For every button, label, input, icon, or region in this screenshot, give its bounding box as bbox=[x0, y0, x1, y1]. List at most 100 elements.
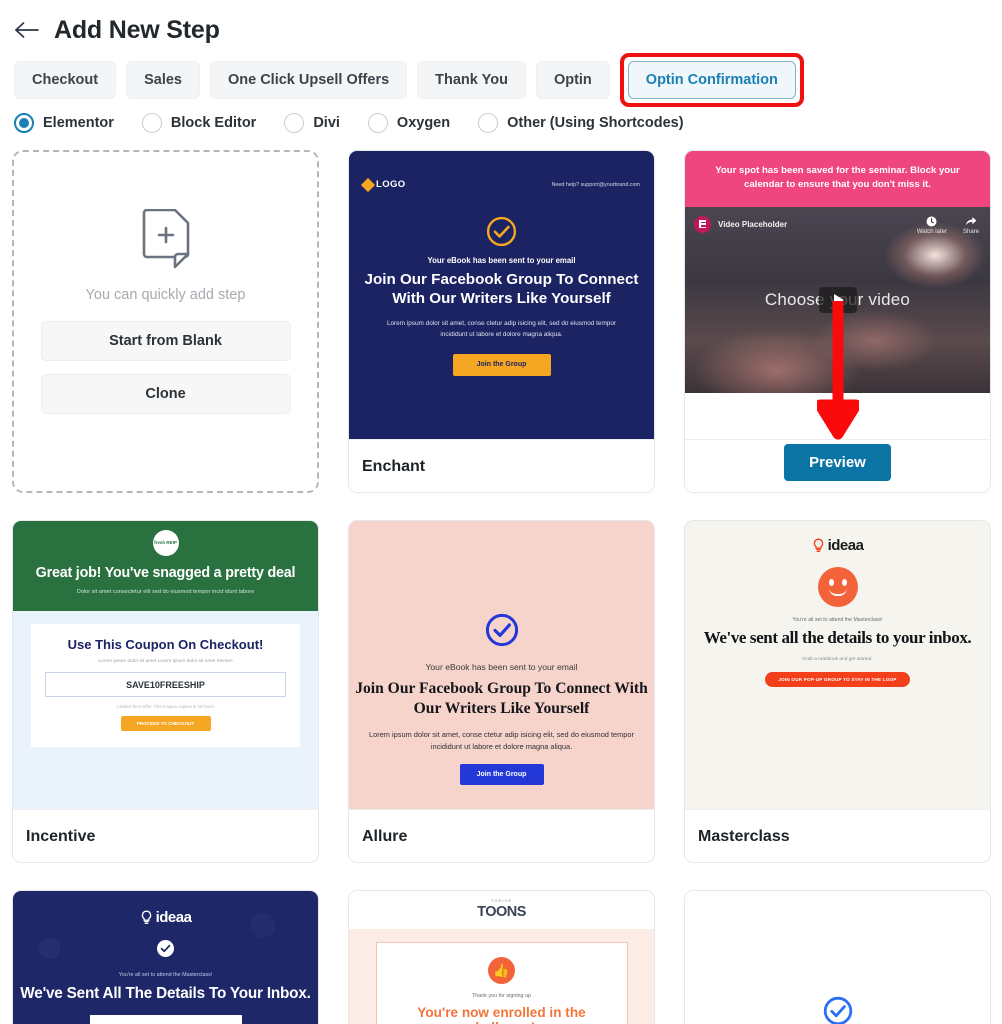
panel-subtitle: Lorem ipsum dolor sit amet Lorem ipsum d… bbox=[98, 659, 233, 664]
thumb-subtitle: Dolor sit amet consectetur elit sed do e… bbox=[76, 589, 255, 595]
thumb-subtitle: You're all set to attend the Masterclass… bbox=[792, 617, 883, 623]
thumb-cta-button: Join the Group bbox=[459, 763, 544, 785]
template-card-masterclass[interactable]: ideaa You're all set to attend the Maste… bbox=[684, 520, 991, 863]
template-card-ideaa-dark[interactable]: ideaa You're all set to attend the Maste… bbox=[12, 890, 319, 1024]
template-thumbnail: ideaa You're all set to attend the Maste… bbox=[685, 521, 990, 809]
preview-button[interactable]: Preview bbox=[784, 444, 891, 481]
thumb-subtitle: Your eBook has been sent to your email bbox=[427, 256, 576, 265]
panel-note: Limited Time Offer. This Coupon expires … bbox=[117, 704, 214, 709]
thumb-banner: Your spot has been saved for the seminar… bbox=[685, 151, 990, 207]
radio-dot-icon bbox=[367, 112, 388, 133]
radio-oxygen[interactable]: Oxygen bbox=[367, 112, 451, 133]
thumb-heading: We've sent all the details to your inbox… bbox=[703, 628, 972, 647]
get-started-panel: Get Started Stay in the loop bbox=[89, 1015, 242, 1024]
tab-optin[interactable]: Optin bbox=[535, 61, 610, 99]
tab-checkout[interactable]: Checkout bbox=[14, 61, 117, 99]
template-card-seminar-hovered[interactable]: Your spot has been saved for the seminar… bbox=[684, 150, 991, 493]
document-plus-icon bbox=[142, 209, 189, 269]
radio-dot-icon bbox=[478, 112, 499, 133]
radio-label: Oxygen bbox=[396, 114, 451, 131]
template-card-toons[interactable]: THRIVE TOONS 👍 Thank you for signing up … bbox=[348, 890, 655, 1024]
support-email: Need help? support@yourbrand.com bbox=[551, 181, 640, 188]
clone-button[interactable]: Clone bbox=[40, 374, 291, 414]
template-thumbnail: THRIVE TOONS 👍 Thank you for signing up … bbox=[349, 891, 654, 1024]
radio-label: Elementor bbox=[43, 114, 114, 131]
elementor-logo-icon bbox=[694, 215, 711, 233]
page-title: Add New Step bbox=[54, 15, 220, 44]
template-thumbnail bbox=[685, 891, 990, 1024]
template-card-footer: Enchant bbox=[349, 439, 654, 492]
template-thumbnail: Your spot has been saved for the seminar… bbox=[685, 151, 990, 439]
template-card-allure[interactable]: Your eBook has been sent to your email J… bbox=[348, 520, 655, 863]
template-name: Masterclass bbox=[698, 827, 790, 845]
coupon-panel: Use This Coupon On Checkout! Lorem ipsum… bbox=[31, 624, 300, 747]
template-card-footer: Incentive bbox=[13, 809, 318, 862]
panel-heading: Use This Coupon On Checkout! bbox=[67, 637, 264, 652]
tab-thank-you[interactable]: Thank You bbox=[417, 61, 526, 99]
tab-optin-confirmation[interactable]: Optin Confirmation bbox=[627, 61, 796, 99]
thumbs-up-icon: 👍 bbox=[488, 957, 515, 984]
radio-elementor[interactable]: Elementor bbox=[14, 112, 114, 133]
share-arrow-icon bbox=[965, 216, 977, 225]
brand-logo-tagline: THRIVE bbox=[490, 899, 513, 903]
thumb-heading: You're now enrolled in the challenge! bbox=[417, 1005, 586, 1024]
thumb-body: Lorem ipsum dolor sit amet, conse ctetur… bbox=[369, 729, 634, 751]
radio-block-editor[interactable]: Block Editor bbox=[141, 112, 257, 133]
share-action: Share bbox=[963, 216, 979, 235]
clock-icon bbox=[926, 216, 937, 227]
brand-logo-text: LOGO bbox=[376, 179, 406, 190]
preview-button-wrap: Preview bbox=[685, 444, 990, 481]
share-label: Share bbox=[962, 228, 979, 235]
start-from-blank-button[interactable]: Start from Blank bbox=[40, 321, 291, 361]
radio-label: Block Editor bbox=[170, 114, 257, 131]
radio-divi[interactable]: Divi bbox=[284, 112, 340, 133]
thumb-cta-button: PROCEED TO CHECKOUT bbox=[120, 716, 211, 731]
success-check-icon bbox=[349, 216, 654, 247]
radio-dot-icon bbox=[284, 112, 305, 133]
template-grid: You can quickly add step Start from Blan… bbox=[0, 138, 1002, 1024]
thumb-subtitle: You're all set to attend the Masterclass… bbox=[118, 972, 213, 978]
radio-label: Divi bbox=[313, 114, 340, 131]
play-button-icon bbox=[818, 286, 857, 313]
diamond-icon bbox=[360, 177, 376, 192]
blank-card-hint: You can quickly add step bbox=[85, 287, 246, 303]
template-name: Allure bbox=[362, 827, 408, 845]
template-card-footer: Masterclass bbox=[685, 809, 990, 862]
brand-logo: ideaa bbox=[140, 909, 192, 926]
brand-logo: ideaa bbox=[812, 537, 864, 554]
back-arrow-icon[interactable] bbox=[14, 17, 40, 43]
brand-logo: LOGO bbox=[360, 177, 406, 192]
thumb-cta-button: JOIN OUR POP-UP GROUP TO STAY IN THE LOO… bbox=[765, 672, 910, 687]
thumb-heading: We've Sent All The Details To Your Inbox… bbox=[20, 985, 311, 1002]
watch-later-label: Watch later bbox=[916, 228, 947, 235]
annotation-highlight-box: Optin Confirmation bbox=[619, 53, 804, 107]
brand-logo: fresh REIP bbox=[152, 530, 179, 556]
radio-other-shortcodes[interactable]: Other (Using Shortcodes) bbox=[478, 112, 684, 133]
tab-sales[interactable]: Sales bbox=[126, 61, 200, 99]
template-thumbnail: LOGO Need help? support@yourbrand.com Yo… bbox=[349, 151, 654, 439]
thumb-heading: Join Our Facebook Group To Connect With … bbox=[364, 271, 639, 308]
success-check-icon bbox=[485, 613, 519, 652]
template-card-footer: Allure bbox=[349, 809, 654, 862]
thumb-subtitle: Thank you for signing up bbox=[471, 993, 532, 999]
radio-dot-icon bbox=[141, 112, 162, 133]
enrollment-panel: 👍 Thank you for signing up You're now en… bbox=[375, 942, 628, 1024]
radio-label: Other (Using Shortcodes) bbox=[507, 114, 684, 131]
thumb-heading: Great job! You've snagged a pretty deal bbox=[35, 565, 296, 581]
template-card-incentive[interactable]: fresh REIP Great job! You've snagged a p… bbox=[12, 520, 319, 863]
template-card-plain[interactable] bbox=[684, 890, 991, 1024]
step-type-tabs: Checkout Sales One Click Upsell Offers T… bbox=[0, 48, 1002, 107]
template-name: Enchant bbox=[362, 457, 426, 475]
template-card-enchant[interactable]: LOGO Need help? support@yourbrand.com Yo… bbox=[348, 150, 655, 493]
brand-logo-text: TOONS bbox=[477, 904, 526, 920]
tab-one-click-upsell-offers[interactable]: One Click Upsell Offers bbox=[209, 61, 408, 99]
template-thumbnail: fresh REIP Great job! You've snagged a p… bbox=[13, 521, 318, 809]
template-name: Incentive bbox=[26, 827, 96, 845]
success-check-icon bbox=[823, 996, 853, 1024]
page-builder-radio-group: Elementor Block Editor Divi Oxygen Other… bbox=[0, 100, 1002, 138]
radio-dot-icon bbox=[14, 112, 34, 133]
lightbulb-icon bbox=[813, 538, 823, 553]
add-step-blank-card[interactable]: You can quickly add step Start from Blan… bbox=[12, 150, 319, 493]
thumb-heading: Join Our Facebook Group To Connect With … bbox=[355, 680, 648, 718]
brand-logo-text: ideaa bbox=[827, 537, 864, 554]
